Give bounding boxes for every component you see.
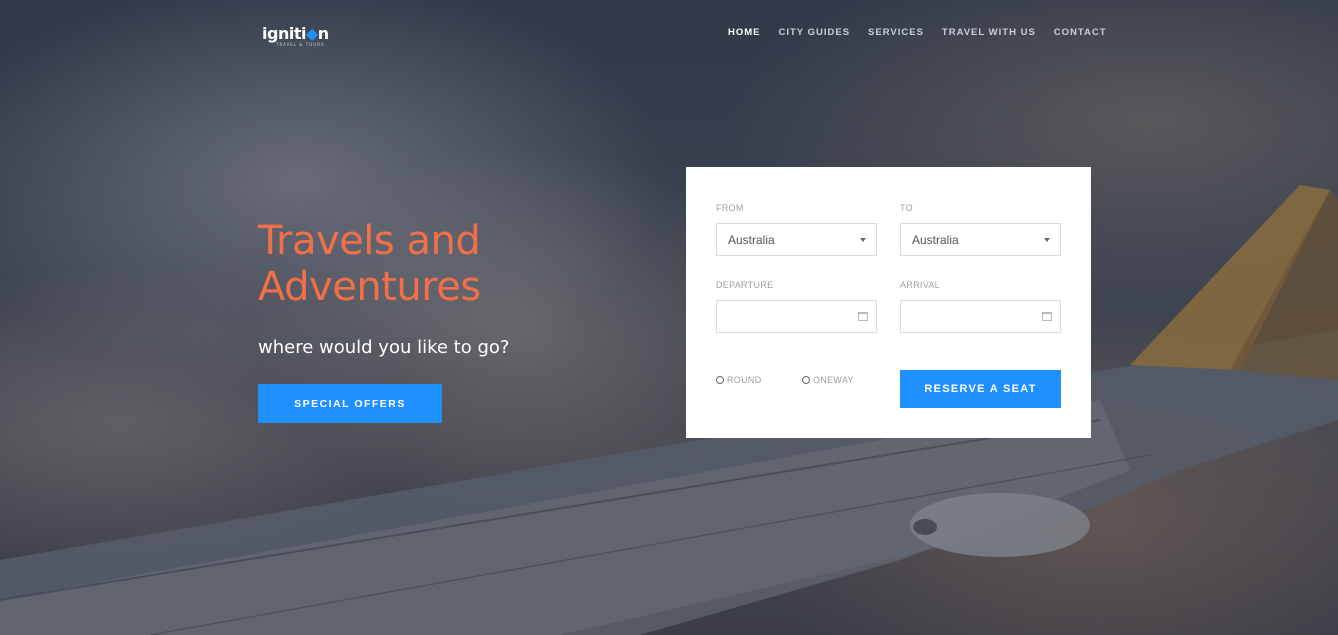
logo-tagline: TRAVEL & TOURS xyxy=(276,42,325,47)
special-offers-button[interactable]: SPECIAL OFFERS xyxy=(258,384,442,423)
nav-travel-with-us[interactable]: TRAVEL WITH US xyxy=(942,27,1036,38)
hero-background-image xyxy=(0,0,1338,635)
chevron-down-icon xyxy=(1044,238,1050,242)
trip-oneway-radio[interactable]: ONEWAY xyxy=(802,375,854,385)
airplane-wing-illustration xyxy=(0,185,1338,635)
radio-circle-icon[interactable] xyxy=(802,376,810,384)
trip-round-radio[interactable]: ROUND xyxy=(716,375,762,385)
calendar-icon[interactable] xyxy=(1042,312,1052,321)
logo-text-end: n xyxy=(317,24,329,43)
from-label: FROM xyxy=(716,203,744,213)
departure-label: DEPARTURE xyxy=(716,280,774,290)
chevron-down-icon xyxy=(860,238,866,242)
arrival-date-input[interactable] xyxy=(900,300,1061,333)
calendar-icon[interactable] xyxy=(858,312,868,321)
hero-title: Travels and Adventures xyxy=(258,218,558,310)
trip-oneway-label: ONEWAY xyxy=(813,375,854,385)
hero-title-line1: Travels and xyxy=(258,218,481,264)
main-nav: HOME CITY GUIDES SERVICES TRAVEL WITH US… xyxy=(728,27,1125,38)
logo-pin-icon: ◆ xyxy=(305,24,318,43)
hero-subtitle: where would you like to go? xyxy=(258,337,510,358)
arrival-label: ARRIVAL xyxy=(900,280,940,290)
to-select-value: Australia xyxy=(912,232,959,247)
departure-date-input[interactable] xyxy=(716,300,877,333)
booking-form: FROM Australia TO Australia DEPARTURE AR… xyxy=(686,167,1091,438)
to-label: TO xyxy=(900,203,913,213)
logo-text: igniti xyxy=(262,24,306,43)
nav-services[interactable]: SERVICES xyxy=(868,27,924,38)
to-select[interactable]: Australia xyxy=(900,223,1061,256)
trip-round-label: ROUND xyxy=(727,375,762,385)
radio-circle-icon[interactable] xyxy=(716,376,724,384)
nav-contact[interactable]: CONTACT xyxy=(1054,27,1107,38)
from-select[interactable]: Australia xyxy=(716,223,877,256)
nav-city-guides[interactable]: CITY GUIDES xyxy=(779,27,851,38)
hero-title-line2: Adventures xyxy=(258,264,481,310)
from-select-value: Australia xyxy=(728,232,775,247)
brand-logo[interactable]: igniti◆n TRAVEL & TOURS xyxy=(262,24,329,47)
nav-home[interactable]: HOME xyxy=(728,27,761,38)
reserve-seat-button[interactable]: RESERVE A SEAT xyxy=(900,370,1061,408)
